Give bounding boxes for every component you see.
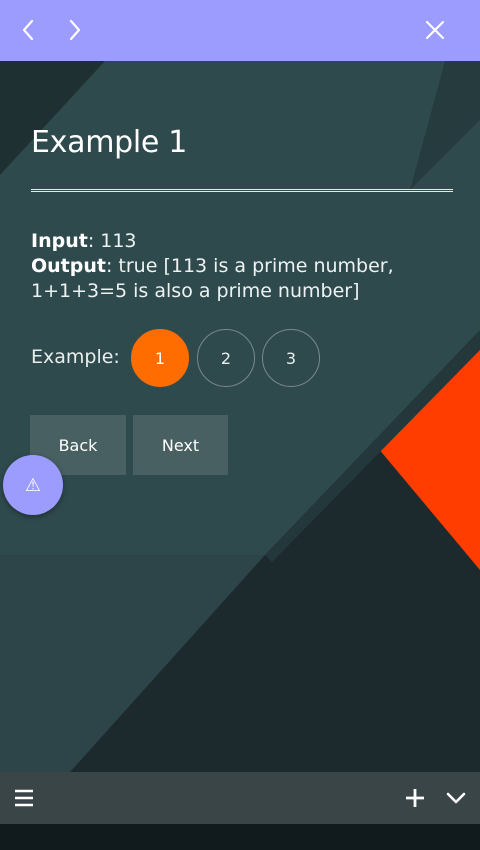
system-navigation-bar [0,824,480,850]
example-selector: Example: 1 2 3 [31,329,461,391]
menu-icon[interactable] [10,784,38,812]
output-label: Output [31,255,106,277]
report-fab[interactable]: ⚠ [3,455,63,515]
chevron-left-icon[interactable] [12,14,44,46]
warning-icon: ⚠ [24,474,42,496]
chevron-down-icon[interactable] [442,784,470,812]
example-description: Input: 113 Output: true [113 is a prime … [31,229,461,304]
example-3-button[interactable]: 3 [262,329,320,387]
input-label: Input [31,230,88,252]
input-value: : 113 [87,230,137,252]
example-2-button[interactable]: 2 [197,329,255,387]
example-1-button[interactable]: 1 [131,329,189,387]
chevron-right-icon[interactable] [59,14,91,46]
input-line: Input: 113 [31,229,461,254]
example-label: Example: [31,346,120,368]
bottom-toolbar [0,772,480,824]
output-line: Output: true [113 is a prime number, 1+1… [31,254,461,304]
close-icon[interactable] [419,14,451,46]
top-app-bar [0,0,480,61]
plus-icon[interactable] [401,784,429,812]
title-divider [31,189,453,192]
next-button[interactable]: Next [133,415,228,475]
page-title: Example 1 [31,125,188,160]
